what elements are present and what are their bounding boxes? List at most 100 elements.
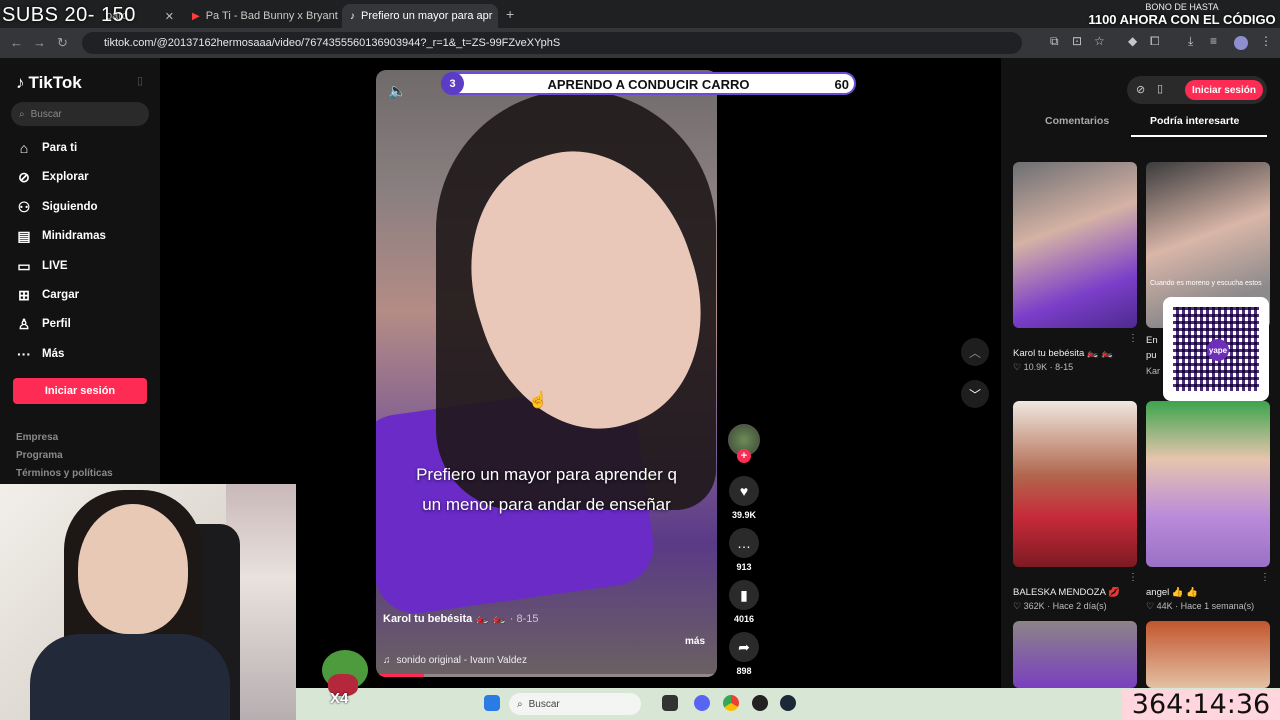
promo-line1: BONO DE HASTA xyxy=(1145,2,1219,12)
card-author[interactable]: BALESKA MENDOZA 💋 xyxy=(1013,587,1131,598)
extension-icon[interactable]: ◆ xyxy=(1128,34,1137,48)
upload-icon: ⊞ xyxy=(18,286,30,303)
youtube-icon: ▶ xyxy=(192,10,200,22)
previous-video-button[interactable]: ︿ xyxy=(961,338,989,366)
bookmark-icon[interactable]: ▮ xyxy=(729,580,759,610)
obs-icon[interactable] xyxy=(752,695,768,711)
tab-youtube[interactable]: ▶ Pa Ti - Bad Bunny x Bryant Mye ✕ xyxy=(184,4,340,28)
forward-icon[interactable]: → xyxy=(33,35,46,50)
tiktok-icon: ♪ xyxy=(350,10,355,22)
pepe-emote: X4 xyxy=(318,650,370,710)
tab-comentarios[interactable]: Comentarios xyxy=(1045,115,1109,127)
search-icon: ⌕ xyxy=(517,698,523,710)
taskbar-search[interactable]: ⌕ Buscar xyxy=(509,693,641,715)
profile-icon: ♙ xyxy=(17,315,31,332)
more-options-icon[interactable]: ⋮ xyxy=(1260,572,1270,583)
card-author[interactable]: Karol tu bebésita 🏍️ 🏍️ xyxy=(1013,348,1131,359)
download-icon[interactable]: ⤓ xyxy=(1188,34,1193,49)
more-options-icon[interactable]: ⋮ xyxy=(1128,572,1138,583)
subathon-bar: 3 APRENDO A CONDUCIR CARRO 60 xyxy=(441,72,856,95)
recommended-video-thumbnail[interactable] xyxy=(1146,621,1270,688)
sidebar-item-siguiendo[interactable]: ⚇ Siguiendo xyxy=(16,197,98,217)
follow-plus-icon[interactable]: + xyxy=(737,449,751,463)
subathon-goal: 60 xyxy=(834,77,849,92)
sidebar-item-perfil[interactable]: ♙ Perfil xyxy=(16,314,71,334)
reload-icon[interactable]: ↻ xyxy=(57,35,68,51)
promo-line2: 1100 AHORA CON EL CÓDIGO xyxy=(1088,12,1276,27)
sound-link[interactable]: ♫ sonido original - Ivann Valdez xyxy=(383,655,527,666)
sidebar-item-label: Minidramas xyxy=(42,230,106,242)
card-author[interactable]: En xyxy=(1146,335,1162,346)
login-button-top[interactable]: Iniciar sesión xyxy=(1185,80,1263,100)
search-input[interactable]: ⌕ Buscar xyxy=(11,102,149,126)
tab-tiktok[interactable]: ♪ Prefiero un mayor para apr ✕ xyxy=(342,4,498,28)
tiktok-logo[interactable]: ♪ TikTok xyxy=(16,73,82,93)
menu-icon[interactable]: ⋮ xyxy=(1260,34,1272,48)
card-meta: Kar xyxy=(1146,366,1161,376)
search-placeholder: Buscar xyxy=(30,108,62,120)
sidebar-item-live[interactable]: ▭ LIVE xyxy=(16,256,67,276)
comment-count: 913 xyxy=(736,562,752,572)
url-field[interactable]: tiktok.com/@20137162hermosaaa/video/7674… xyxy=(82,32,1022,54)
taskbar-search-placeholder: Buscar xyxy=(528,698,560,710)
chrome-icon[interactable] xyxy=(723,695,739,711)
login-button[interactable]: Iniciar sesión xyxy=(13,378,147,404)
translate-icon[interactable]: ⧉ xyxy=(1050,34,1059,49)
task-view-icon[interactable] xyxy=(662,695,678,711)
windows-start-icon[interactable] xyxy=(484,695,500,711)
card-author[interactable]: angel 👍 👍 xyxy=(1146,587,1264,598)
footer-link-terminos[interactable]: Términos y políticas xyxy=(16,468,113,479)
puzzle-icon[interactable]: ⧠ xyxy=(1150,34,1160,49)
tab-podria-interesarte[interactable]: Podría interesarte xyxy=(1150,115,1239,127)
bookmark-star-icon[interactable]: ☆ xyxy=(1094,34,1105,48)
recommended-video-thumbnail[interactable] xyxy=(1013,621,1137,688)
tab-label: Prefiero un mayor para apr xyxy=(361,10,493,22)
card-meta: ♡ 10.9K · 8-15 xyxy=(1013,362,1074,372)
profile-avatar-icon[interactable] xyxy=(1234,36,1248,50)
footer-link-empresa[interactable]: Empresa xyxy=(16,432,58,443)
install-icon[interactable]: ⊡ xyxy=(1072,34,1082,48)
steam-icon[interactable] xyxy=(780,695,796,711)
comment-icon[interactable]: … xyxy=(729,528,759,558)
more-options-icon[interactable]: ⋮ xyxy=(1128,333,1138,344)
sidebar-item-label: Para ti xyxy=(42,142,78,154)
video-author[interactable]: Karol tu bebésita 🏍️ 🏍️ · 8-15 xyxy=(383,612,539,625)
explore-icon[interactable]: ⊘ xyxy=(1136,83,1145,96)
sidebar-item-mas[interactable]: ··· Más xyxy=(16,344,64,364)
sidebar-item-explorar[interactable]: ⊘ Explorar xyxy=(16,167,89,187)
comment-action[interactable]: … 913 xyxy=(729,528,759,572)
video-player[interactable]: 🔈 Prefiero un mayor para aprender q un m… xyxy=(376,70,717,677)
video-progress-bar[interactable] xyxy=(376,674,717,677)
share-icon[interactable]: ➦ xyxy=(729,632,759,662)
thumbnail-overlay-text: Cuando es moreno y escucha estos xyxy=(1150,280,1262,287)
collapse-icon[interactable]: ▯ xyxy=(137,74,143,87)
sound-label: sonido original - Ivann Valdez xyxy=(396,655,527,666)
thumbnail-image xyxy=(1146,621,1270,688)
caption-line2: un menor para andar de enseñar xyxy=(422,495,671,514)
phone-icon[interactable]: ▯ xyxy=(1157,82,1163,95)
save-action[interactable]: ▮ 4016 xyxy=(729,580,759,624)
like-action[interactable]: ♥ 39.9K xyxy=(729,476,759,520)
media-icon[interactable]: ≡ xyxy=(1210,34,1217,48)
sidebar-item-cargar[interactable]: ⊞ Cargar xyxy=(16,285,79,305)
close-icon[interactable]: ✕ xyxy=(165,10,174,23)
thumbnail-image xyxy=(1013,401,1137,567)
discord-icon[interactable] xyxy=(694,695,710,711)
new-tab-button[interactable]: + xyxy=(506,6,514,22)
back-icon[interactable]: ← xyxy=(10,35,23,50)
volume-icon[interactable]: 🔈 xyxy=(388,82,407,100)
sidebar-item-para-ti[interactable]: ⌂ Para ti xyxy=(16,138,77,158)
heart-icon[interactable]: ♥ xyxy=(729,476,759,506)
sidebar-item-label: Siguiendo xyxy=(42,201,98,213)
footer-link-programa[interactable]: Programa xyxy=(16,450,63,461)
sidebar-item-minidramas[interactable]: ▤ Minidramas xyxy=(16,226,106,246)
recommended-video-thumbnail[interactable] xyxy=(1146,401,1270,567)
share-action[interactable]: ➦ 898 xyxy=(729,632,759,676)
next-video-button[interactable]: ﹀ xyxy=(961,380,989,408)
recommended-video-thumbnail[interactable] xyxy=(1013,401,1137,567)
qr-code-overlay: yape xyxy=(1163,297,1269,401)
recommended-video-thumbnail[interactable] xyxy=(1013,162,1137,328)
more-button[interactable]: más xyxy=(685,636,705,647)
card-title-fragment: pu xyxy=(1146,350,1157,361)
music-note-icon: ♫ xyxy=(383,655,391,666)
